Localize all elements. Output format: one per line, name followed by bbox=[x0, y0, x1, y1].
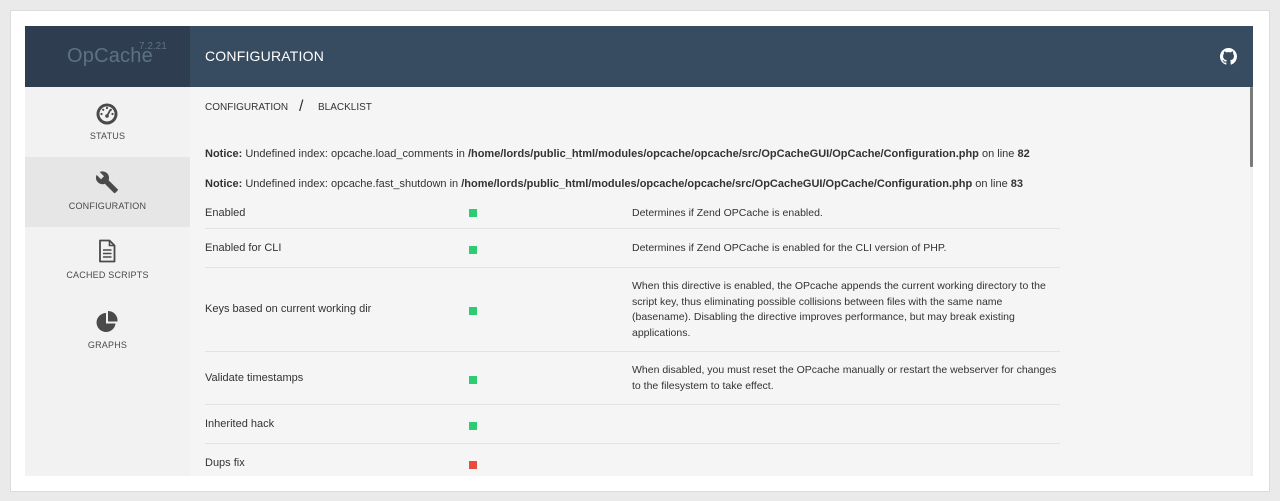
page-title: CONFIGURATION bbox=[205, 48, 325, 64]
setting-name: Keys based on current working dir bbox=[205, 303, 372, 315]
sidebar-item-configuration[interactable]: CONFIGURATION bbox=[25, 157, 190, 227]
notice-text: Undefined index: opcache.load_comments i… bbox=[245, 148, 465, 160]
setting-name: Inherited hack bbox=[205, 418, 275, 430]
status-enabled-indicator bbox=[469, 422, 477, 430]
setting-name: Validate timestamps bbox=[205, 372, 304, 384]
tab-blacklist[interactable]: BLACKLIST bbox=[318, 102, 372, 113]
setting-description: When disabled, you must reset the OPcach… bbox=[632, 364, 1057, 392]
status-disabled-indicator bbox=[469, 461, 477, 469]
notice-file: /home/lords/public_html/modules/opcache/… bbox=[461, 178, 973, 190]
brand-version: 7.2.21 bbox=[139, 41, 167, 52]
sidebar-item-label: CACHED SCRIPTS bbox=[66, 270, 149, 280]
table-row: Keys based on current working dir When t… bbox=[205, 268, 1060, 352]
notice-line: 82 bbox=[1017, 148, 1030, 160]
dashboard-icon bbox=[96, 103, 118, 125]
sidebar-item-status[interactable]: STATUS bbox=[25, 87, 190, 157]
sidebar-item-graphs[interactable]: GRAPHS bbox=[25, 297, 190, 367]
table-row: Inherited hack bbox=[205, 405, 1060, 444]
brand[interactable]: OpCache 7.2.21 bbox=[25, 26, 190, 87]
sidebar-item-label: GRAPHS bbox=[87, 340, 128, 350]
status-enabled-indicator bbox=[469, 307, 477, 315]
sidebar-item-label: STATUS bbox=[89, 131, 126, 141]
status-enabled-indicator bbox=[469, 209, 477, 217]
table-row: Enabled for CLI Determines if Zend OPCac… bbox=[205, 229, 1060, 268]
setting-name: Dups fix bbox=[205, 457, 245, 469]
file-icon bbox=[99, 239, 116, 263]
table-row: Enabled Determines if Zend OPCache is en… bbox=[205, 196, 1060, 229]
notice-label: Notice: bbox=[205, 148, 243, 160]
top-header: OpCache 7.2.21 CONFIGURATION bbox=[25, 26, 1253, 87]
notice-line: 83 bbox=[1010, 178, 1023, 190]
tab-configuration[interactable]: CONFIGURATION bbox=[205, 102, 288, 113]
table-row: Dups fix bbox=[205, 444, 1060, 476]
sidebar-item-label: CONFIGURATION bbox=[68, 201, 147, 211]
opcache-app: OpCache 7.2.21 CONFIGURATION STATUS CONF… bbox=[25, 26, 1253, 476]
setting-description: When this directive is enabled, the OPca… bbox=[632, 280, 1046, 339]
setting-description: Determines if Zend OPCache is enabled. bbox=[632, 207, 823, 219]
status-enabled-indicator bbox=[469, 246, 477, 254]
notice-message: Notice: Undefined index: opcache.fast_sh… bbox=[205, 178, 1023, 190]
sidebar: STATUS CONFIGURATION CACHED SCRIPTS GRAP… bbox=[25, 87, 190, 476]
setting-description: Determines if Zend OPCache is enabled fo… bbox=[632, 242, 947, 254]
github-icon[interactable] bbox=[1220, 48, 1237, 65]
sidebar-item-cached-scripts[interactable]: CACHED SCRIPTS bbox=[25, 227, 190, 297]
notice-file: /home/lords/public_html/modules/opcache/… bbox=[467, 148, 979, 160]
notice-label: Notice: bbox=[205, 178, 243, 190]
table-row: Validate timestamps When disabled, you m… bbox=[205, 352, 1060, 405]
setting-name: Enabled bbox=[205, 207, 246, 219]
wrench-icon bbox=[95, 171, 118, 194]
notice-on-line: on line bbox=[975, 178, 1008, 190]
pie-chart-icon bbox=[96, 310, 118, 332]
notice-message: Notice: Undefined index: opcache.load_co… bbox=[205, 148, 1030, 160]
notice-on-line: on line bbox=[981, 148, 1015, 160]
setting-name: Enabled for CLI bbox=[205, 242, 282, 254]
notice-text: Undefined index: opcache.fast_shutdown i… bbox=[245, 178, 459, 190]
tab-separator: / bbox=[299, 98, 304, 115]
status-enabled-indicator bbox=[469, 376, 477, 384]
main-content: CONFIGURATION / BLACKLIST Notice: Undefi… bbox=[190, 87, 1253, 476]
scrollbar-thumb[interactable] bbox=[1250, 87, 1253, 167]
